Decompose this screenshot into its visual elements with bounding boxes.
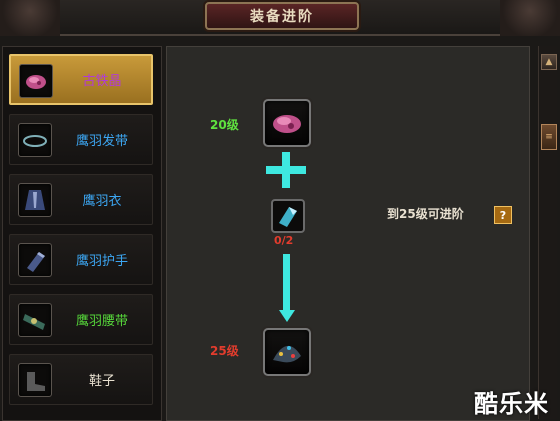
purple-crystal-icon: [19, 64, 53, 98]
gem-icon: [279, 207, 297, 227]
belt-icon: [18, 303, 52, 337]
headband-icon: [18, 123, 52, 157]
window-title: 装备进阶: [205, 2, 359, 30]
equipment-item-label: 古铁晶: [82, 74, 122, 89]
equipment-item-0[interactable]: 古铁晶: [9, 54, 153, 105]
current-level-label: 20级: [210, 118, 239, 132]
upgraded-crystal-icon: [273, 345, 301, 363]
material-count: 0/2: [274, 234, 294, 247]
shoes-icon: [18, 363, 52, 397]
current-item-slot[interactable]: [263, 99, 311, 147]
down-arrow-icon: [279, 254, 295, 322]
plus-icon: [266, 152, 306, 188]
material-slot[interactable]: [271, 199, 305, 233]
robe-icon: [18, 183, 52, 217]
equipment-item-label: 鹰羽发带: [75, 134, 128, 149]
equipment-item-4[interactable]: 鹰羽腰带: [9, 294, 153, 345]
target-level-label: 25级: [210, 344, 239, 358]
gauntlet-icon: [18, 243, 52, 277]
equipment-item-label: 鹰羽衣: [82, 194, 122, 209]
equipment-list: 古铁晶 鹰羽发带 鹰羽衣 鹰羽护手 鹰羽腰带 鞋子: [2, 46, 162, 421]
equipment-item-label: 鹰羽腰带: [75, 314, 128, 329]
scroll-up-button[interactable]: ▲: [541, 54, 557, 70]
purple-crystal-icon: [273, 115, 301, 133]
equipment-item-3[interactable]: 鹰羽护手: [9, 234, 153, 285]
equipment-item-1[interactable]: 鹰羽发带: [9, 114, 153, 165]
watermark: 酷乐米: [474, 390, 549, 418]
equipment-item-5[interactable]: 鞋子: [9, 354, 153, 405]
upgrade-requirement: 到25级可进阶: [387, 207, 464, 221]
result-item-slot[interactable]: [263, 328, 311, 376]
frame-ornament-left: [0, 0, 60, 36]
scroll-thumb[interactable]: ≡: [541, 124, 557, 150]
equipment-item-label: 鞋子: [88, 374, 115, 389]
upgrade-panel: [166, 46, 530, 421]
equipment-item-2[interactable]: 鹰羽衣: [9, 174, 153, 225]
help-button[interactable]: ?: [494, 206, 512, 224]
frame-ornament-right: [500, 0, 560, 36]
equipment-item-label: 鹰羽护手: [75, 254, 128, 269]
scrollbar[interactable]: ▲ ≡: [538, 46, 557, 419]
